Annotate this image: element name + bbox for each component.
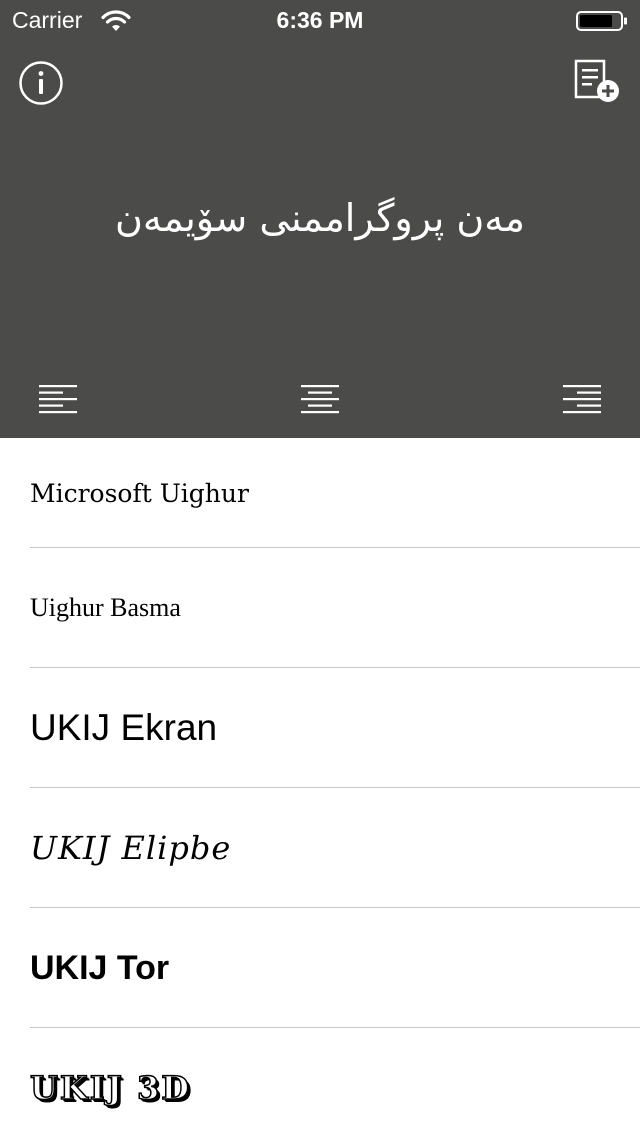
font-label: Microsoft Uighur	[30, 478, 249, 508]
align-center-icon[interactable]	[301, 384, 339, 416]
font-label: UKIJ Ekran	[30, 707, 218, 748]
align-right-icon[interactable]	[563, 384, 601, 416]
font-label: Uighur Basma	[30, 593, 181, 622]
font-label: UKIJ Tor	[30, 948, 170, 987]
info-icon[interactable]	[18, 60, 64, 106]
battery-icon	[576, 11, 627, 31]
align-left-icon[interactable]	[39, 384, 77, 416]
preview-header: Carrier 6:36 PM مەن پروگراممنى سۆيمەن	[0, 0, 640, 438]
status-bar: Carrier 6:36 PM	[0, 0, 640, 40]
font-row-ukij-ekran[interactable]: UKIJ Ekran	[0, 668, 640, 788]
font-row-microsoft-uighur[interactable]: Microsoft Uighur	[0, 438, 640, 548]
font-row-ukij-3d[interactable]: UKIJ 3D	[0, 1028, 640, 1136]
font-row-uighur-basma[interactable]: Uighur Basma	[0, 548, 640, 668]
add-document-icon[interactable]	[573, 58, 623, 106]
status-time: 6:36 PM	[276, 7, 364, 33]
font-list: Microsoft Uighur Uighur Basma UKIJ Ekran…	[0, 438, 640, 1136]
font-row-ukij-tor[interactable]: UKIJ Tor	[0, 908, 640, 1028]
font-label: UKIJ 3D	[29, 1068, 191, 1108]
preview-text: مەن پروگراممنى سۆيمەن	[114, 196, 526, 240]
font-label: UKIJ Elipbe	[30, 829, 232, 867]
font-row-ukij-elipbe[interactable]: UKIJ Elipbe	[0, 788, 640, 908]
